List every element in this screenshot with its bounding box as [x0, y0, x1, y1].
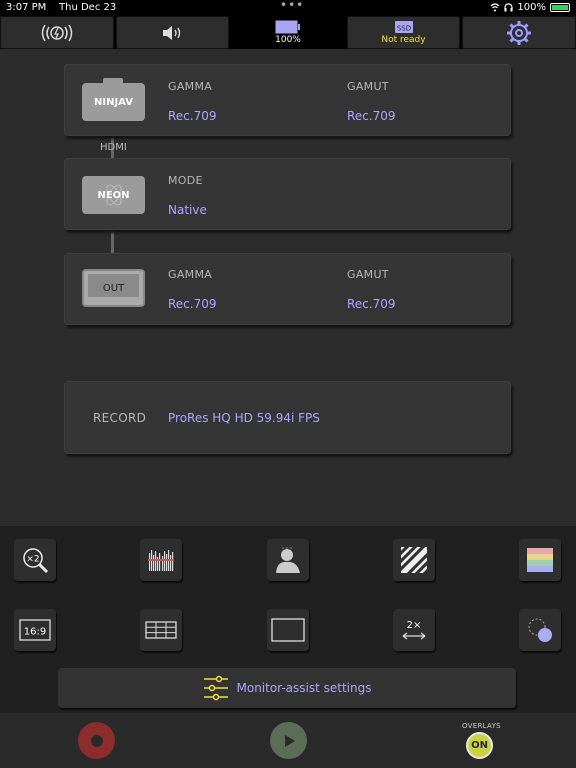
focus-peaking-icon: [528, 618, 552, 642]
gear-icon: [507, 20, 531, 45]
output-gamma-label: GAMMA: [168, 268, 213, 281]
neon-card[interactable]: NEON MODE Native: [64, 158, 511, 230]
top-toolbar: 100% SSD Not ready: [0, 16, 576, 49]
monitor-assist-label: Monitor-assist settings: [236, 681, 372, 695]
neon-device-label: NEON: [97, 189, 130, 201]
settings-button[interactable]: [462, 16, 576, 49]
output-gamut-value[interactable]: Rec.709: [347, 297, 396, 311]
waveform-button[interactable]: [140, 539, 182, 581]
skin-tone-button[interactable]: [267, 539, 309, 581]
mode-label: MODE: [168, 174, 203, 187]
battery-percent-label: 100%: [275, 35, 301, 45]
ssd-status-button[interactable]: SSD Not ready: [347, 16, 460, 49]
chain-connector: [111, 226, 114, 256]
anamorphic-button[interactable]: 2×: [393, 609, 435, 651]
output-card[interactable]: OUT GAMMA Rec.709 GAMUT Rec.709: [64, 253, 511, 325]
record-format-value[interactable]: ProRes HQ HD 59.94i FPS: [168, 411, 320, 425]
status-date: Thu Dec 23: [59, 2, 117, 13]
anamorphic-stretch-icon: 2×: [402, 620, 426, 640]
overlays-state: ON: [471, 740, 488, 751]
svg-text:×2: ×2: [26, 555, 39, 565]
input-gamut-value[interactable]: Rec.709: [347, 109, 396, 123]
speaker-icon: [162, 25, 180, 40]
sliders-icon: [203, 675, 228, 701]
multitask-dots-icon[interactable]: •••: [280, 0, 304, 12]
input-gamma-label: GAMMA: [168, 80, 213, 93]
svg-text:SSD: SSD: [396, 25, 410, 33]
neon-icon: NEON: [82, 176, 145, 214]
play-button[interactable]: [270, 722, 307, 759]
connection-button[interactable]: [0, 16, 114, 49]
ssd-icon: SSD: [394, 21, 413, 33]
status-bar: 3:07 PM Thu Dec 23 ••• 100%: [0, 0, 576, 16]
input-card[interactable]: NINJAV GAMMA Rec.709 GAMUT Rec.709: [64, 64, 511, 136]
grid-button[interactable]: [140, 609, 182, 651]
magnifier-icon: ×2: [23, 548, 49, 574]
svg-text:16:9: 16:9: [24, 627, 46, 638]
record-label: RECORD: [93, 411, 147, 425]
person-silhouette-icon: [276, 547, 300, 573]
zebra-stripes-icon: [401, 547, 427, 573]
status-time: 3:07 PM: [6, 2, 47, 13]
status-battery-icon: [550, 3, 570, 12]
input-gamut-label: GAMUT: [347, 80, 389, 93]
mode-value[interactable]: Native: [168, 203, 207, 217]
status-battery-percent: 100%: [517, 2, 546, 13]
ssd-status-text: Not ready: [381, 35, 426, 45]
overlays-label: OVERLAYS: [462, 722, 501, 730]
output-gamma-value[interactable]: Rec.709: [168, 297, 217, 311]
zoom-button[interactable]: ×2: [14, 539, 56, 581]
play-icon: [284, 734, 295, 747]
svg-text:2×: 2×: [407, 620, 422, 631]
frame-guide-button[interactable]: [267, 609, 309, 651]
color-bars-icon: [527, 548, 553, 572]
battery-status[interactable]: 100%: [231, 16, 345, 49]
aspect-ratio-button[interactable]: 16:9: [14, 609, 56, 651]
monitor-assist-settings-button[interactable]: Monitor-assist settings: [58, 668, 516, 708]
waveform-icon: [148, 550, 174, 571]
record-card[interactable]: RECORD ProRes HQ HD 59.94i FPS: [64, 381, 511, 454]
grid-icon: [145, 621, 177, 639]
monitor-output-icon: OUT: [82, 269, 145, 307]
overlays-toggle[interactable]: ON: [466, 732, 493, 759]
camera-icon: NINJAV: [82, 78, 145, 121]
battery-icon: [275, 20, 300, 34]
frame-icon: [271, 618, 305, 642]
input-device-label: NINJAV: [94, 96, 133, 108]
zebra-button[interactable]: [393, 539, 435, 581]
aspect-frame-icon: 16:9: [19, 619, 51, 641]
focus-peaking-button[interactable]: [519, 609, 561, 651]
wifi-icon: [490, 3, 500, 12]
output-device-label: OUT: [102, 282, 125, 294]
record-button[interactable]: [78, 722, 115, 759]
connection-type-label: HDMI: [100, 142, 127, 153]
output-gamut-label: GAMUT: [347, 268, 389, 281]
volume-button[interactable]: [116, 16, 229, 49]
input-gamma-value[interactable]: Rec.709: [168, 109, 217, 123]
record-dot-icon: [90, 734, 103, 747]
headphones-icon: [504, 3, 514, 12]
wireless-power-icon: [41, 24, 73, 41]
false-color-button[interactable]: [519, 539, 561, 581]
